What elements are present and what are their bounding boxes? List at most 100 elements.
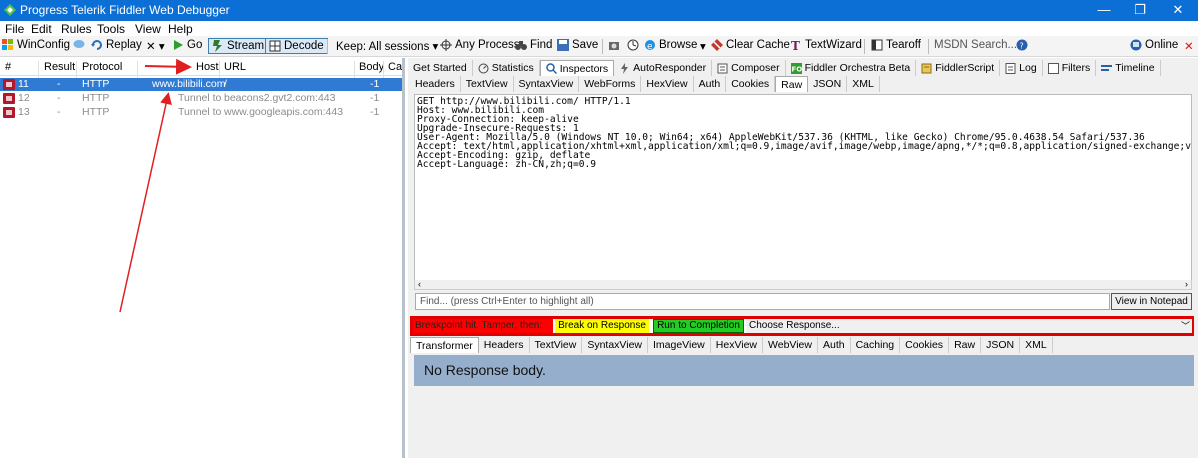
session-url: beacons2.gvt2.com:443 (224, 92, 336, 104)
speech-bubble-icon (73, 40, 85, 48)
col-body[interactable]: Body (359, 61, 384, 73)
col-caching[interactable]: Cac (388, 61, 402, 73)
tab-statistics[interactable]: Statistics (472, 60, 540, 76)
composer-icon (717, 63, 728, 73)
request-tabs: Headers TextView SyntaxView WebForms Hex… (410, 76, 880, 92)
col-number[interactable]: # (5, 61, 11, 73)
tab-log[interactable]: Log (1000, 60, 1043, 76)
menu-file[interactable]: File (5, 22, 24, 36)
maximize-button[interactable]: ❐ (1122, 0, 1158, 21)
find-input[interactable]: Find... (press Ctrl+Enter to highlight a… (415, 293, 1110, 310)
break-on-response-button[interactable]: Break on Response (555, 319, 649, 333)
resp-tab-syntaxview[interactable]: SyntaxView (582, 337, 648, 353)
tab-fiddlerscript[interactable]: FiddlerScript (916, 60, 1001, 76)
col-protocol[interactable]: Protocol (82, 61, 122, 73)
req-tab-webforms[interactable]: WebForms (579, 76, 642, 92)
req-tab-hexview[interactable]: HexView (641, 76, 694, 92)
tab-get-started[interactable]: Get Started (408, 60, 473, 76)
session-row[interactable]: 11 - HTTP www.bilibili.com / -1 (0, 78, 402, 91)
save-button[interactable]: Save (557, 39, 598, 51)
minimize-button[interactable]: — (1086, 0, 1122, 21)
stream-button[interactable]: Stream (208, 38, 269, 54)
online-button[interactable]: Online (1130, 39, 1178, 51)
tearoff-button[interactable]: Tearoff (871, 39, 921, 51)
tab-fiddler-orchestra[interactable]: FO Fiddler Orchestra Beta (785, 60, 917, 76)
decode-button[interactable]: Decode (265, 38, 328, 54)
play-icon (174, 40, 183, 50)
col-divider (383, 61, 384, 79)
request-raw-text[interactable]: GET http://www.bilibili.com/ HTTP/1.1 Ho… (414, 94, 1192, 284)
session-result: - (57, 78, 61, 90)
horizontal-scrollbar[interactable]: ‹ › (414, 279, 1192, 290)
req-tab-xml[interactable]: XML (847, 76, 880, 92)
req-tab-textview[interactable]: TextView (460, 76, 514, 92)
resp-tab-auth[interactable]: Auth (817, 337, 851, 353)
request-raw-content: GET http://www.bilibili.com/ HTTP/1.1 Ho… (417, 96, 1192, 170)
timer-button[interactable] (627, 39, 642, 51)
find-button[interactable]: Find (515, 39, 552, 51)
req-tab-cookies[interactable]: Cookies (726, 76, 776, 92)
textwizard-button[interactable]: T TextWizard (790, 39, 862, 51)
resp-tab-json[interactable]: JSON (981, 337, 1021, 353)
toolbar: WinConfig Replay ✕ ▾ Go Stream Decode Ke… (0, 36, 1198, 57)
help-icon: ? (1016, 39, 1028, 51)
comment-button[interactable] (73, 39, 88, 51)
col-divider (38, 61, 39, 79)
resp-tab-raw[interactable]: Raw (949, 337, 982, 353)
session-row[interactable]: 12 - HTTP Tunnel to beacons2.gvt2.com:44… (0, 92, 402, 105)
resp-tab-imageview[interactable]: ImageView (648, 337, 711, 353)
msdn-search-input[interactable]: MSDN Search... (934, 39, 1017, 51)
resp-tab-webview[interactable]: WebView (763, 337, 818, 353)
main-tabs: Get Started Statistics Inspectors AutoRe… (408, 60, 1161, 76)
resp-tab-headers[interactable]: Headers (478, 337, 530, 353)
req-tab-json[interactable]: JSON (808, 76, 848, 92)
winconfig-button[interactable]: WinConfig (2, 39, 70, 51)
resp-tab-xml[interactable]: XML (1020, 337, 1053, 353)
resp-tab-cookies[interactable]: Cookies (900, 337, 950, 353)
menu-tools[interactable]: Tools (97, 22, 125, 36)
session-row[interactable]: 13 - HTTP Tunnel to www.googleapis.com:4… (0, 106, 402, 119)
req-tab-headers[interactable]: Headers (410, 76, 461, 92)
req-tab-auth[interactable]: Auth (693, 76, 727, 92)
screenshot-button[interactable] (608, 39, 623, 51)
tab-composer[interactable]: Composer (712, 60, 786, 76)
scroll-left-icon[interactable]: ‹ (418, 279, 421, 289)
save-icon (557, 39, 569, 51)
process-filter-button[interactable]: Any Process (440, 39, 520, 51)
go-button[interactable]: Go (172, 39, 202, 51)
view-in-notepad-button[interactable]: View in Notepad (1111, 293, 1192, 310)
tab-autoresponder[interactable]: AutoResponder (614, 60, 713, 76)
menu-help[interactable]: Help (168, 22, 193, 36)
choose-response-dropdown[interactable]: Choose Response... ﹀ (746, 319, 1192, 333)
keep-sessions-dropdown[interactable]: Keep: All sessions ▾ (336, 39, 438, 53)
run-to-completion-button[interactable]: Run to Completion (653, 319, 744, 333)
title-bar: Progress Telerik Fiddler Web Debugger — … (0, 0, 1198, 21)
browse-dropdown-arrow[interactable]: ▾ (700, 39, 706, 53)
scroll-right-icon[interactable]: › (1185, 279, 1188, 289)
tab-timeline[interactable]: Timeline (1096, 60, 1161, 76)
resp-tab-transformer[interactable]: Transformer (410, 337, 479, 353)
menu-view[interactable]: View (135, 22, 161, 36)
replay-button[interactable]: Replay (91, 39, 142, 51)
close-toolbar-icon[interactable]: ✕ (1184, 39, 1194, 53)
req-tab-raw[interactable]: Raw (775, 76, 809, 92)
col-url[interactable]: URL (224, 61, 246, 73)
resp-tab-caching[interactable]: Caching (850, 337, 901, 353)
tab-filters[interactable]: Filters (1042, 60, 1097, 76)
resp-tab-textview[interactable]: TextView (529, 337, 583, 353)
remove-button[interactable]: ✕ ▾ (146, 39, 165, 53)
toolbar-separator (928, 39, 929, 54)
help-button[interactable]: ? (1016, 39, 1031, 51)
menu-rules[interactable]: Rules (61, 22, 92, 36)
menu-edit[interactable]: Edit (31, 22, 52, 36)
sessions-header: # Result Protocol Host URL Body Cac (0, 58, 402, 79)
resp-tab-hexview[interactable]: HexView (710, 337, 764, 353)
tab-inspectors[interactable]: Inspectors (539, 60, 615, 76)
browse-button[interactable]: e Browse (644, 39, 697, 51)
col-host[interactable]: Host (196, 61, 219, 73)
inspector-pane: Get Started Statistics Inspectors AutoRe… (408, 58, 1198, 458)
clear-cache-button[interactable]: Clear Cache (711, 39, 790, 51)
close-button[interactable]: ✕ (1160, 0, 1196, 21)
req-tab-syntaxview[interactable]: SyntaxView (513, 76, 580, 92)
col-result[interactable]: Result (44, 61, 75, 73)
